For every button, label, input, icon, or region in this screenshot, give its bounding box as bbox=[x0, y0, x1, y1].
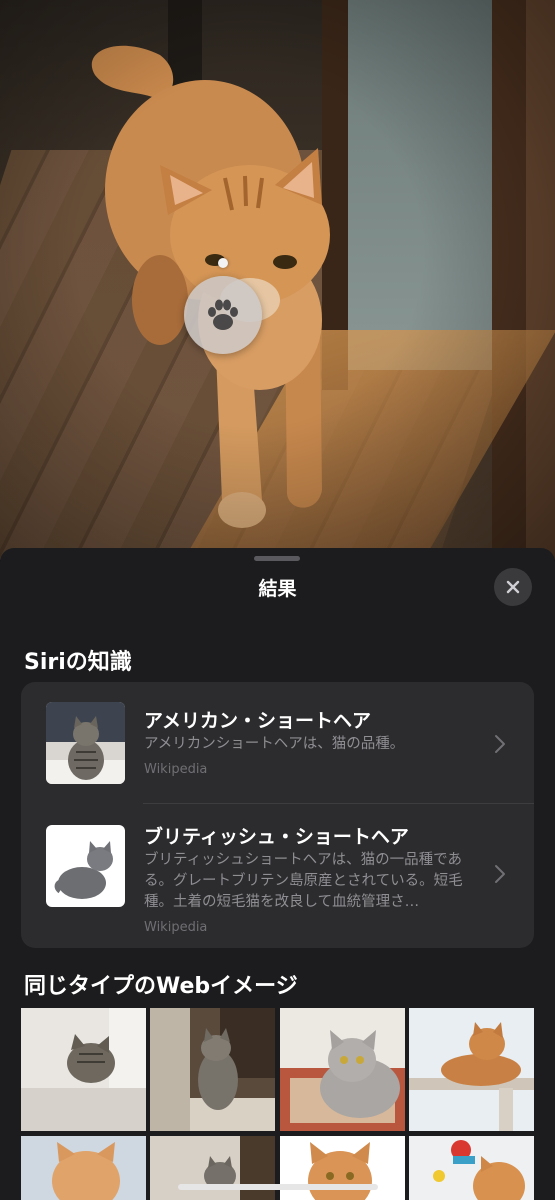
result-title: アメリカン・ショートヘア bbox=[144, 710, 372, 732]
chevron-right-icon bbox=[495, 865, 505, 883]
web-image-grid bbox=[21, 1008, 534, 1200]
sheet-grabber[interactable] bbox=[254, 556, 300, 561]
result-thumbnail bbox=[46, 825, 125, 907]
web-image-tile[interactable] bbox=[21, 1008, 146, 1131]
chevron-right-icon bbox=[495, 735, 505, 753]
result-source: Wikipedia bbox=[144, 762, 208, 777]
result-title: ブリティッシュ・ショートヘア bbox=[144, 826, 409, 848]
result-description: ブリティッシュショートヘアは、猫の一品種である。グレートブリテン島原産とされてい… bbox=[144, 852, 463, 910]
visual-lookup-button[interactable] bbox=[184, 276, 262, 354]
web-images-heading: 同じタイプのWebイメージ bbox=[24, 974, 298, 999]
close-button[interactable] bbox=[494, 568, 532, 606]
close-icon bbox=[506, 580, 520, 594]
subject-anchor-dot bbox=[218, 258, 228, 268]
web-image-tile[interactable] bbox=[280, 1008, 405, 1131]
web-image-tile[interactable] bbox=[409, 1136, 534, 1200]
siri-knowledge-heading: Siriの知識 bbox=[24, 650, 132, 675]
web-image-tile[interactable] bbox=[21, 1136, 146, 1200]
results-sheet: 結果 Siriの知識 アメリカン・ショートヘア アメリカンショートヘアは、猫の品… bbox=[0, 548, 555, 1200]
web-image-tile[interactable] bbox=[409, 1008, 534, 1131]
paw-icon bbox=[208, 299, 238, 330]
photo-vignette bbox=[0, 0, 555, 560]
photo-view[interactable] bbox=[0, 0, 555, 560]
web-image-tile[interactable] bbox=[150, 1136, 275, 1200]
knowledge-result-british-shorthair[interactable]: ブリティッシュ・ショートヘア ブリティッシュショートヘアは、猫の一品種である。グ… bbox=[21, 804, 534, 948]
knowledge-result-american-shorthair[interactable]: アメリカン・ショートヘア アメリカンショートヘアは、猫の品種。 Wikipedi… bbox=[21, 682, 534, 804]
web-image-tile[interactable] bbox=[280, 1136, 405, 1200]
sheet-title: 結果 bbox=[258, 578, 297, 600]
siri-knowledge-card: アメリカン・ショートヘア アメリカンショートヘアは、猫の品種。 Wikipedi… bbox=[21, 682, 534, 948]
result-thumbnail bbox=[46, 702, 125, 784]
result-source: Wikipedia bbox=[144, 920, 208, 935]
home-indicator[interactable] bbox=[178, 1184, 378, 1190]
result-description: アメリカンショートヘアは、猫の品種。 bbox=[144, 736, 405, 752]
web-image-tile[interactable] bbox=[150, 1008, 275, 1131]
